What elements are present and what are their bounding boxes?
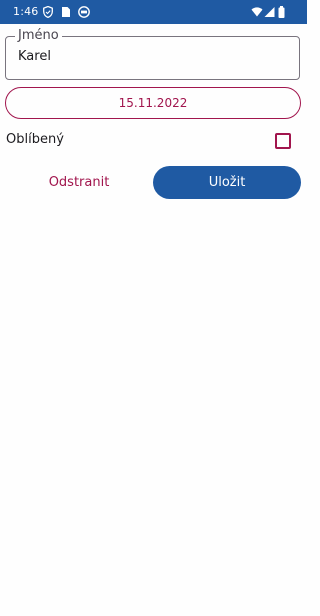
favorite-label: Oblíbený (6, 132, 64, 147)
name-field-label: Jméno (15, 28, 62, 44)
date-picker-button[interactable]: 15.11.2022 (5, 87, 301, 119)
wifi-icon (251, 6, 263, 18)
favorite-checkbox[interactable] (275, 133, 291, 149)
sync-icon (78, 6, 90, 18)
name-field-value[interactable]: Karel (18, 49, 51, 65)
shield-icon (43, 6, 55, 18)
sim-card-icon (61, 6, 73, 18)
save-button[interactable]: Uložit (153, 166, 301, 199)
status-bar: 1:46 (0, 0, 307, 24)
battery-icon (278, 6, 290, 18)
delete-button[interactable]: Odstranit (6, 166, 152, 198)
signal-icon (264, 6, 276, 18)
name-field[interactable]: Jméno Karel (5, 28, 300, 80)
status-time: 1:46 (13, 5, 39, 18)
